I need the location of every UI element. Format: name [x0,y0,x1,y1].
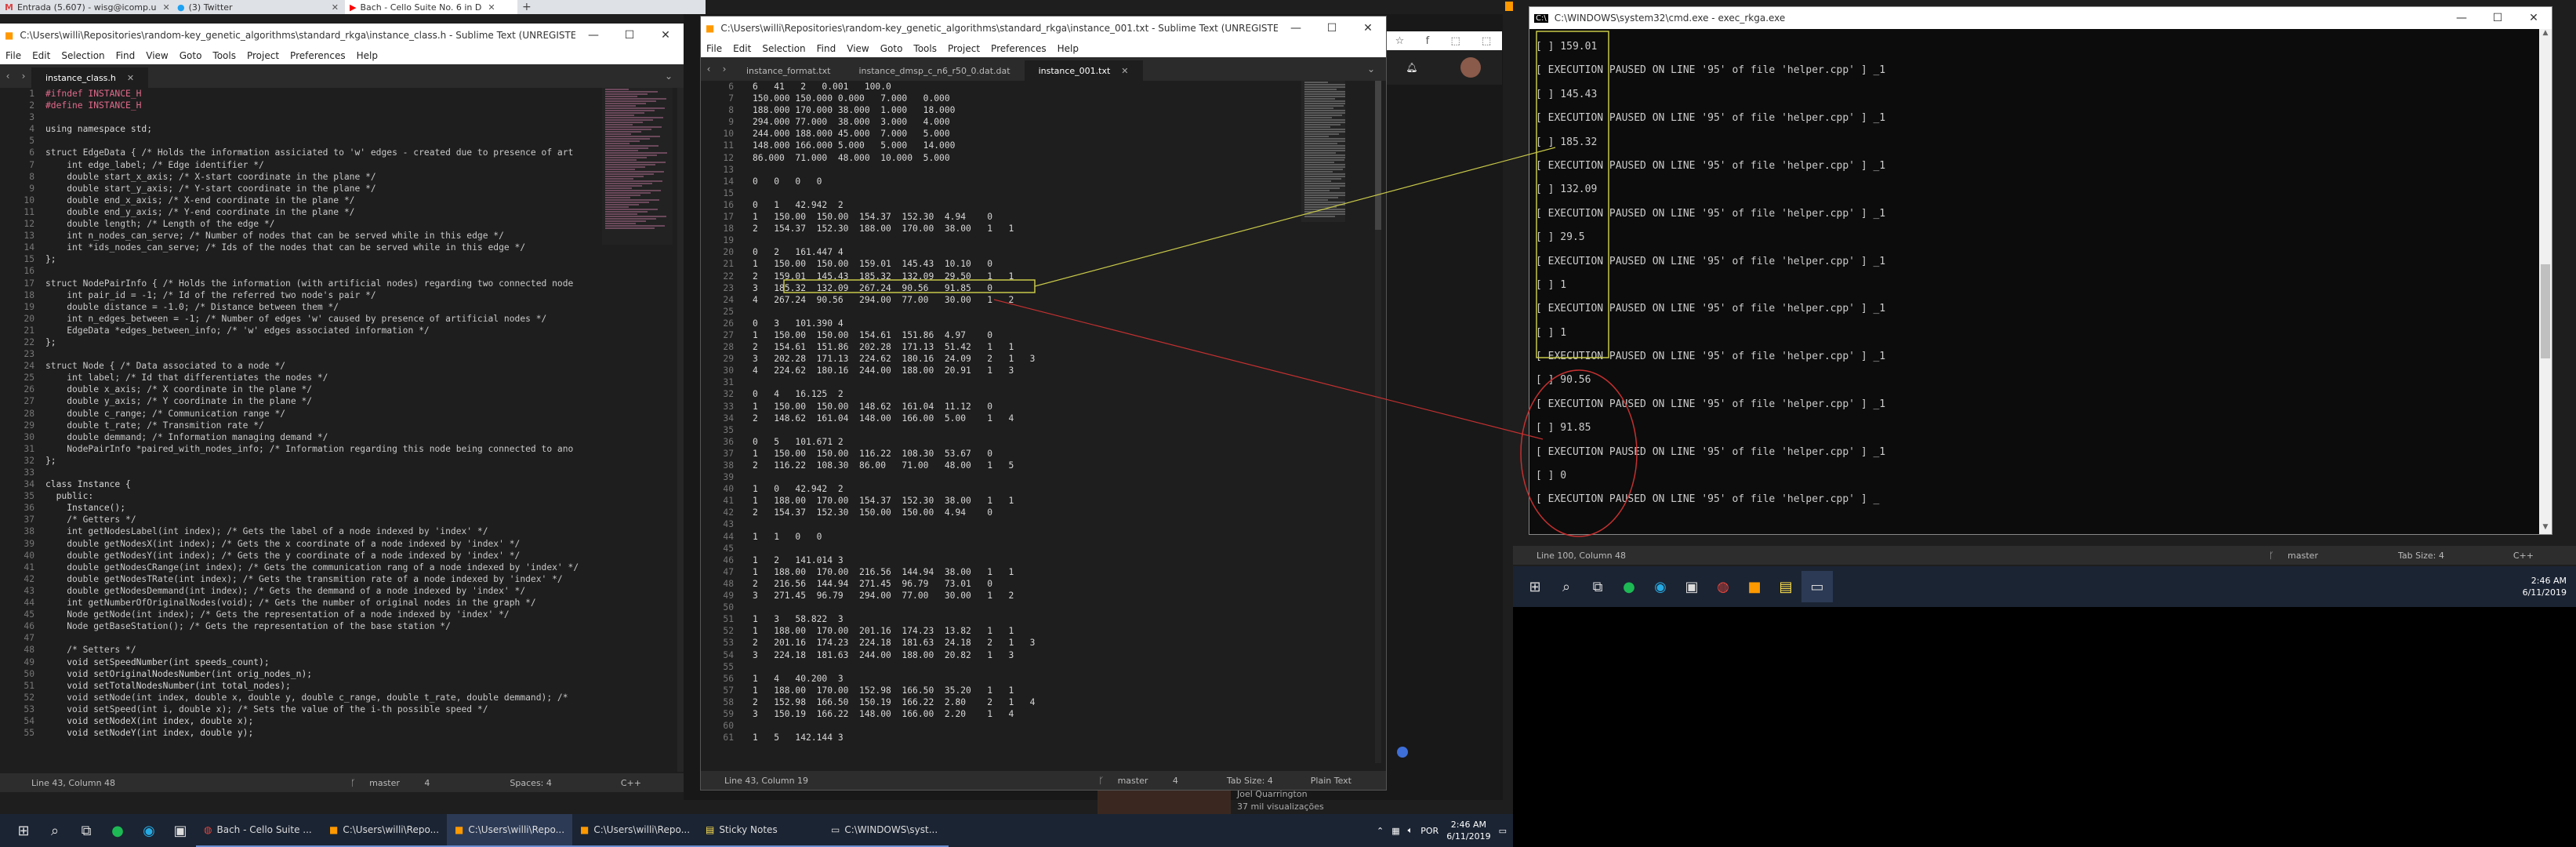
red-connector-line [993,299,1544,440]
highlight-connector-line [1034,147,1556,287]
highlight-box-console-values [1536,31,1609,358]
highlight-box-data-row [783,279,1036,293]
annotation-overlay [783,31,1638,537]
red-circle-annotation [1520,369,1638,537]
